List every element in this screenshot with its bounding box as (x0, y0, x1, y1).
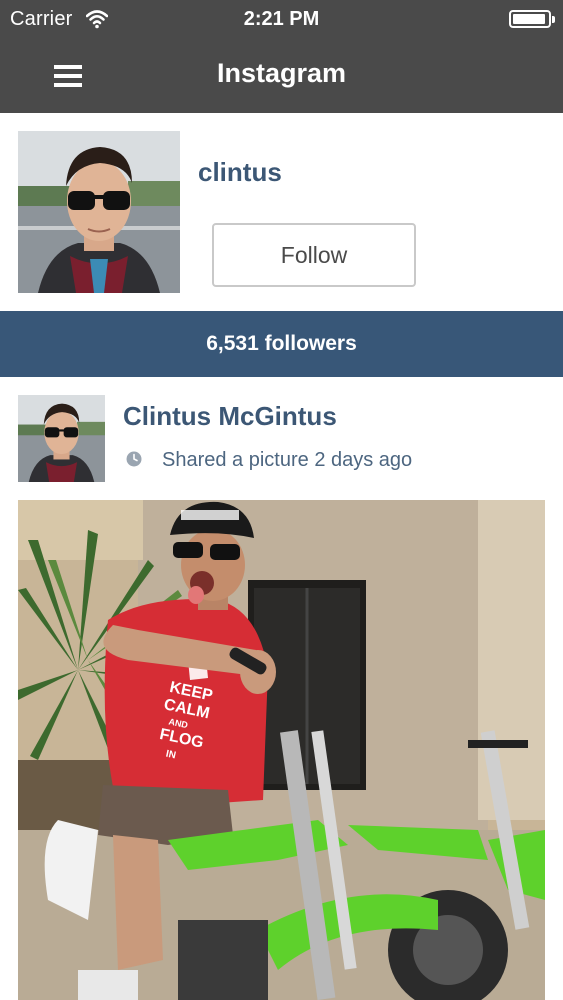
battery-level (513, 14, 546, 24)
followers-count-bar[interactable]: 6,531 followers (0, 311, 563, 377)
nav-title: Instagram (216, 58, 347, 88)
status-bar: Carrier 2:21 PM (0, 0, 563, 40)
profile-avatar[interactable] (18, 131, 180, 293)
post-author-avatar[interactable] (18, 395, 105, 482)
post-card: Clintus McGintus Shared a picture 2 days… (0, 377, 563, 1000)
top-bar: Carrier 2:21 PM Instagram (0, 0, 563, 113)
battery-icon (509, 10, 555, 28)
status-time: 2:21 PM (243, 8, 320, 30)
profile-username[interactable]: clintus (198, 157, 282, 188)
post-timestamp: Shared a picture 2 days ago (162, 449, 413, 471)
post-photo[interactable]: KEEP CALM AND FLOG IN (18, 500, 545, 1000)
profile-header: clintus Follow (0, 113, 563, 311)
follow-button[interactable]: Follow (212, 223, 416, 287)
navigation-bar: Instagram (0, 40, 563, 113)
post-author-name[interactable]: Clintus McGintus (123, 401, 337, 432)
clock-icon (126, 451, 142, 467)
